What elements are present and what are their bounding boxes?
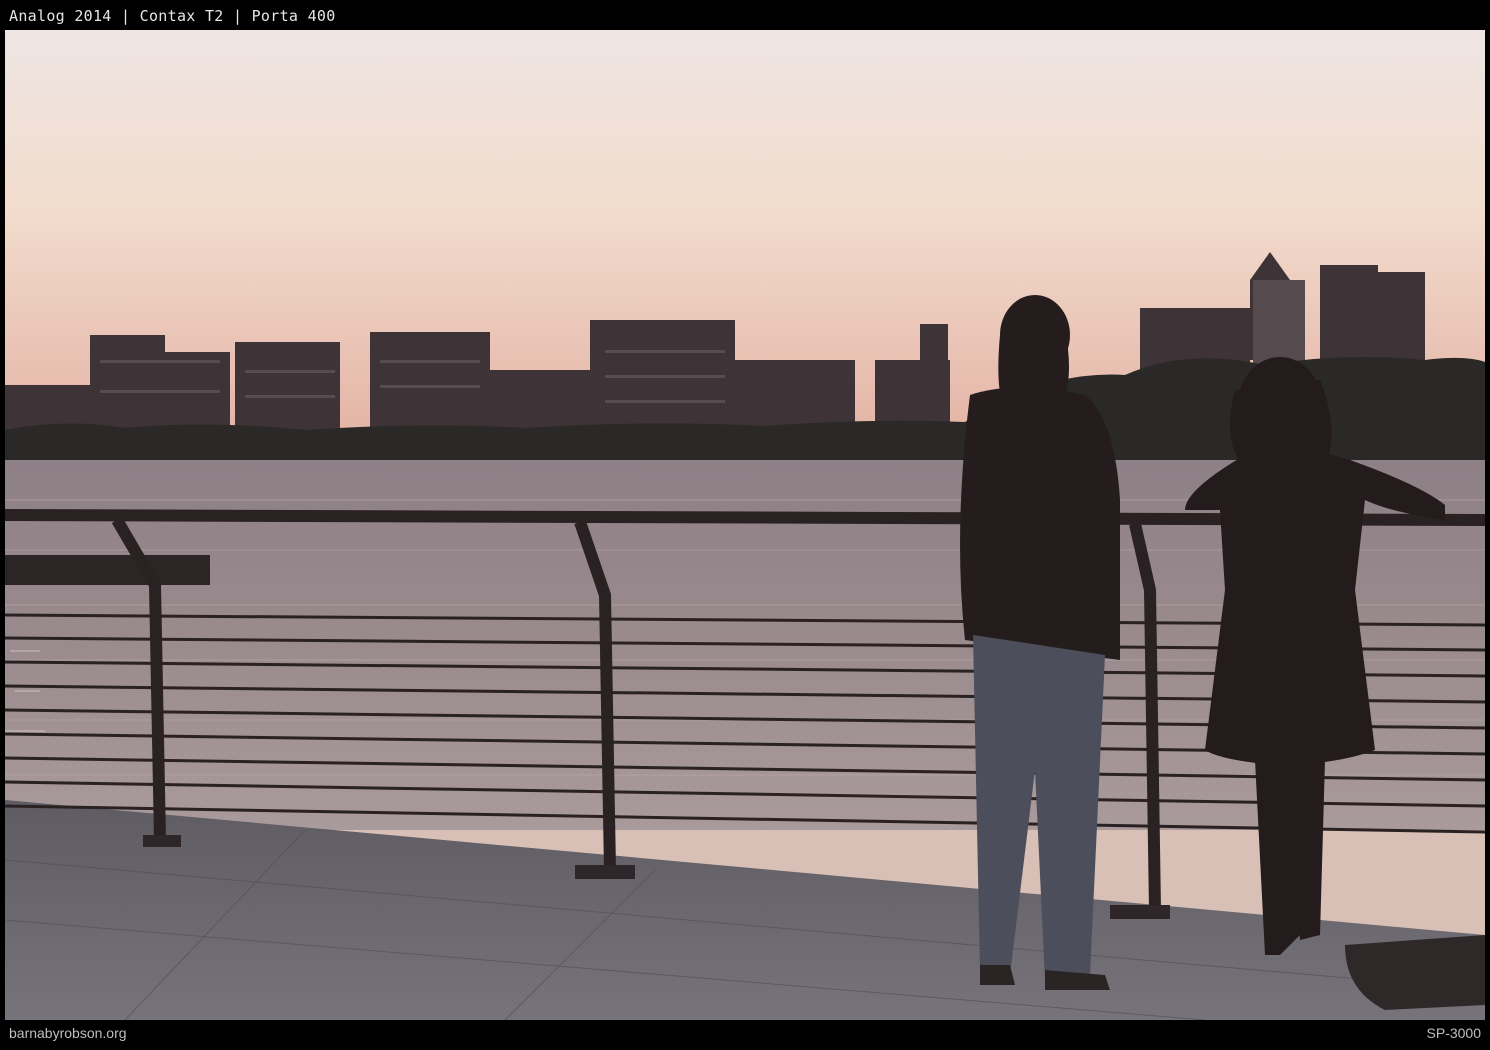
photograph xyxy=(5,30,1485,1020)
film-caption: Analog 2014 | Contax T2 | Porta 400 xyxy=(9,7,336,25)
frame-code: SP-3000 xyxy=(1426,1025,1481,1041)
photo-frame: Analog 2014 | Contax T2 | Porta 400 barn… xyxy=(0,0,1490,1050)
site-credit: barnabyrobson.org xyxy=(9,1025,127,1041)
pontoon xyxy=(5,555,210,585)
photo-scene xyxy=(5,30,1485,1020)
